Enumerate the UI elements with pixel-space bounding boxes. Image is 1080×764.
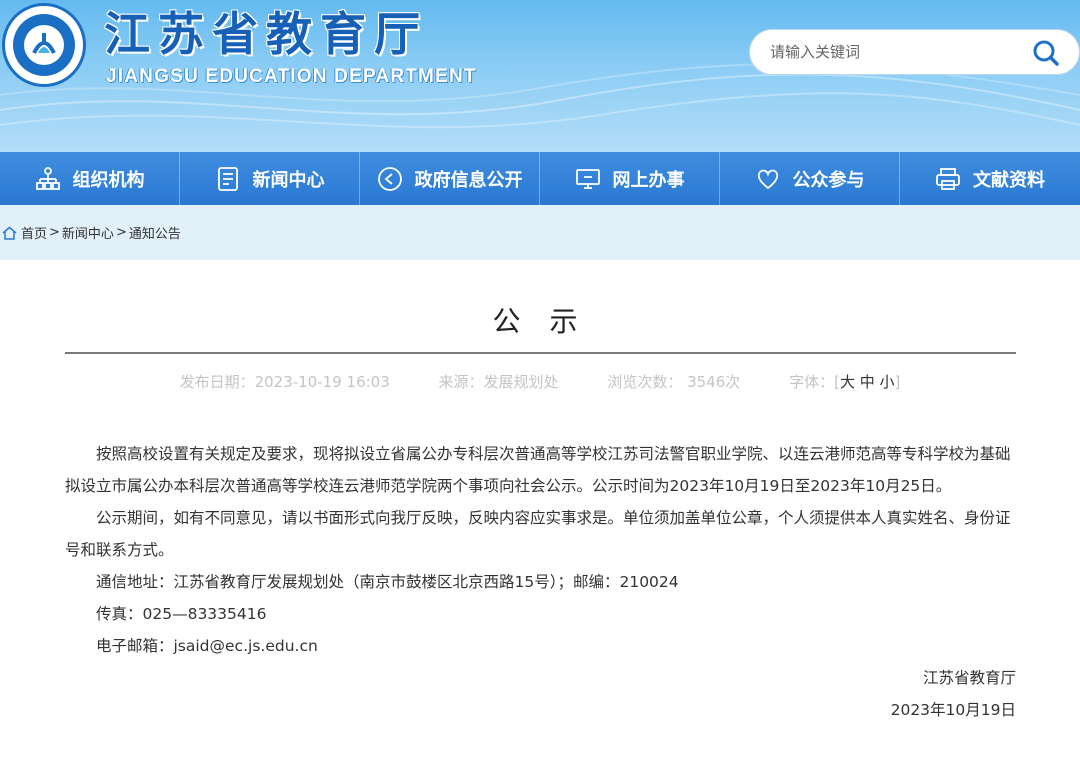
article-meta: 发布日期：2023-10-19 16:03 来源：发展规划处 浏览次数： 354…	[0, 371, 1080, 392]
article-title: 公 示	[492, 305, 588, 338]
view-count: 浏览次数： 3546次	[607, 373, 741, 391]
nav-label: 文献资料	[973, 169, 1045, 191]
nav-label: 网上办事	[612, 169, 685, 191]
font-size-control: 字体：[大 中 小]	[789, 373, 900, 391]
breadcrumb-separator: >	[49, 225, 60, 240]
publish-date: 发布日期：2023-10-19 16:03	[179, 373, 390, 391]
sign-date: 2023年10月19日	[890, 701, 1016, 719]
paragraph-email: 电子邮箱：jsaid@ec.js.edu.cn	[96, 637, 318, 655]
header-banner: 江苏省教育厅 JIANGSU EDUCATION DEPARTMENT	[0, 0, 1080, 152]
nav-label: 组织机构	[72, 169, 145, 191]
nav-label: 新闻中心	[252, 169, 325, 191]
nav-item-online-service[interactable]: 网上办事	[540, 152, 720, 205]
paragraph-objection: 公示期间，如有不同意见，请以书面形式向我厅反映，反映内容应实事求是。单位须加盖单…	[65, 509, 1011, 559]
breadcrumb-separator: >	[115, 225, 127, 240]
breadcrumb-news[interactable]: 新闻中心	[62, 223, 114, 242]
search-icon	[1033, 40, 1059, 66]
printer-icon	[936, 167, 960, 190]
search-box	[749, 29, 1080, 75]
nav-item-gov-info[interactable]: 政府信息公开	[360, 152, 540, 205]
home-icon	[2, 226, 17, 240]
heart-icon	[757, 169, 778, 189]
article-content: 按照高校设置有关规定及要求，现将拟设立省属公办专科层次普通高等学校江苏司法警官职…	[65, 438, 1016, 726]
logo-emblem[interactable]	[2, 3, 86, 87]
font-large-button[interactable]: 大	[840, 373, 855, 391]
breadcrumb-home[interactable]: 首页	[21, 223, 47, 242]
font-size-label: 字体：	[789, 373, 835, 391]
nav-item-docs[interactable]: 文献资料	[900, 152, 1080, 205]
bracket-close: ]	[894, 373, 901, 391]
breadcrumb-notice[interactable]: 通知公告	[129, 223, 181, 242]
font-small-button[interactable]: 小	[880, 373, 895, 391]
play-circle-icon	[377, 166, 402, 191]
site-subtitle: JIANGSU EDUCATION DEPARTMENT	[106, 66, 477, 87]
font-medium-button[interactable]: 中	[860, 373, 875, 391]
monitor-icon	[575, 168, 600, 189]
search-input[interactable]	[770, 43, 1010, 61]
emblem-icon	[13, 14, 75, 76]
search-button[interactable]	[1031, 38, 1061, 68]
breadcrumb: 首页 > 新闻中心 > 通知公告	[0, 205, 1080, 260]
nav-item-org[interactable]: 组织机构	[0, 152, 180, 205]
nav-label: 政府信息公开	[414, 169, 523, 191]
document-icon	[217, 166, 238, 191]
signature: 江苏省教育厅	[922, 669, 1016, 687]
paragraph-announcement: 按照高校设置有关规定及要求，现将拟设立省属公办专科层次普通高等学校江苏司法警官职…	[65, 445, 1011, 495]
org-chart-icon	[35, 166, 60, 190]
site-title: 江苏省教育厅	[104, 7, 428, 61]
nav-item-news[interactable]: 新闻中心	[180, 152, 360, 205]
nav-label: 公众参与	[792, 169, 865, 191]
article-source: 来源：发展规划处	[438, 373, 559, 391]
title-divider	[65, 352, 1016, 354]
nav-item-public[interactable]: 公众参与	[720, 152, 900, 205]
paragraph-fax: 传真：025—83335416	[96, 605, 267, 623]
paragraph-address: 通信地址：江苏省教育厅发展规划处（南京市鼓楼区北京西路15号）；邮编：21002…	[96, 573, 679, 591]
main-nav: 组织机构 新闻中心 政府信息公开 网上办事 公众参与 文献资料	[0, 152, 1080, 205]
